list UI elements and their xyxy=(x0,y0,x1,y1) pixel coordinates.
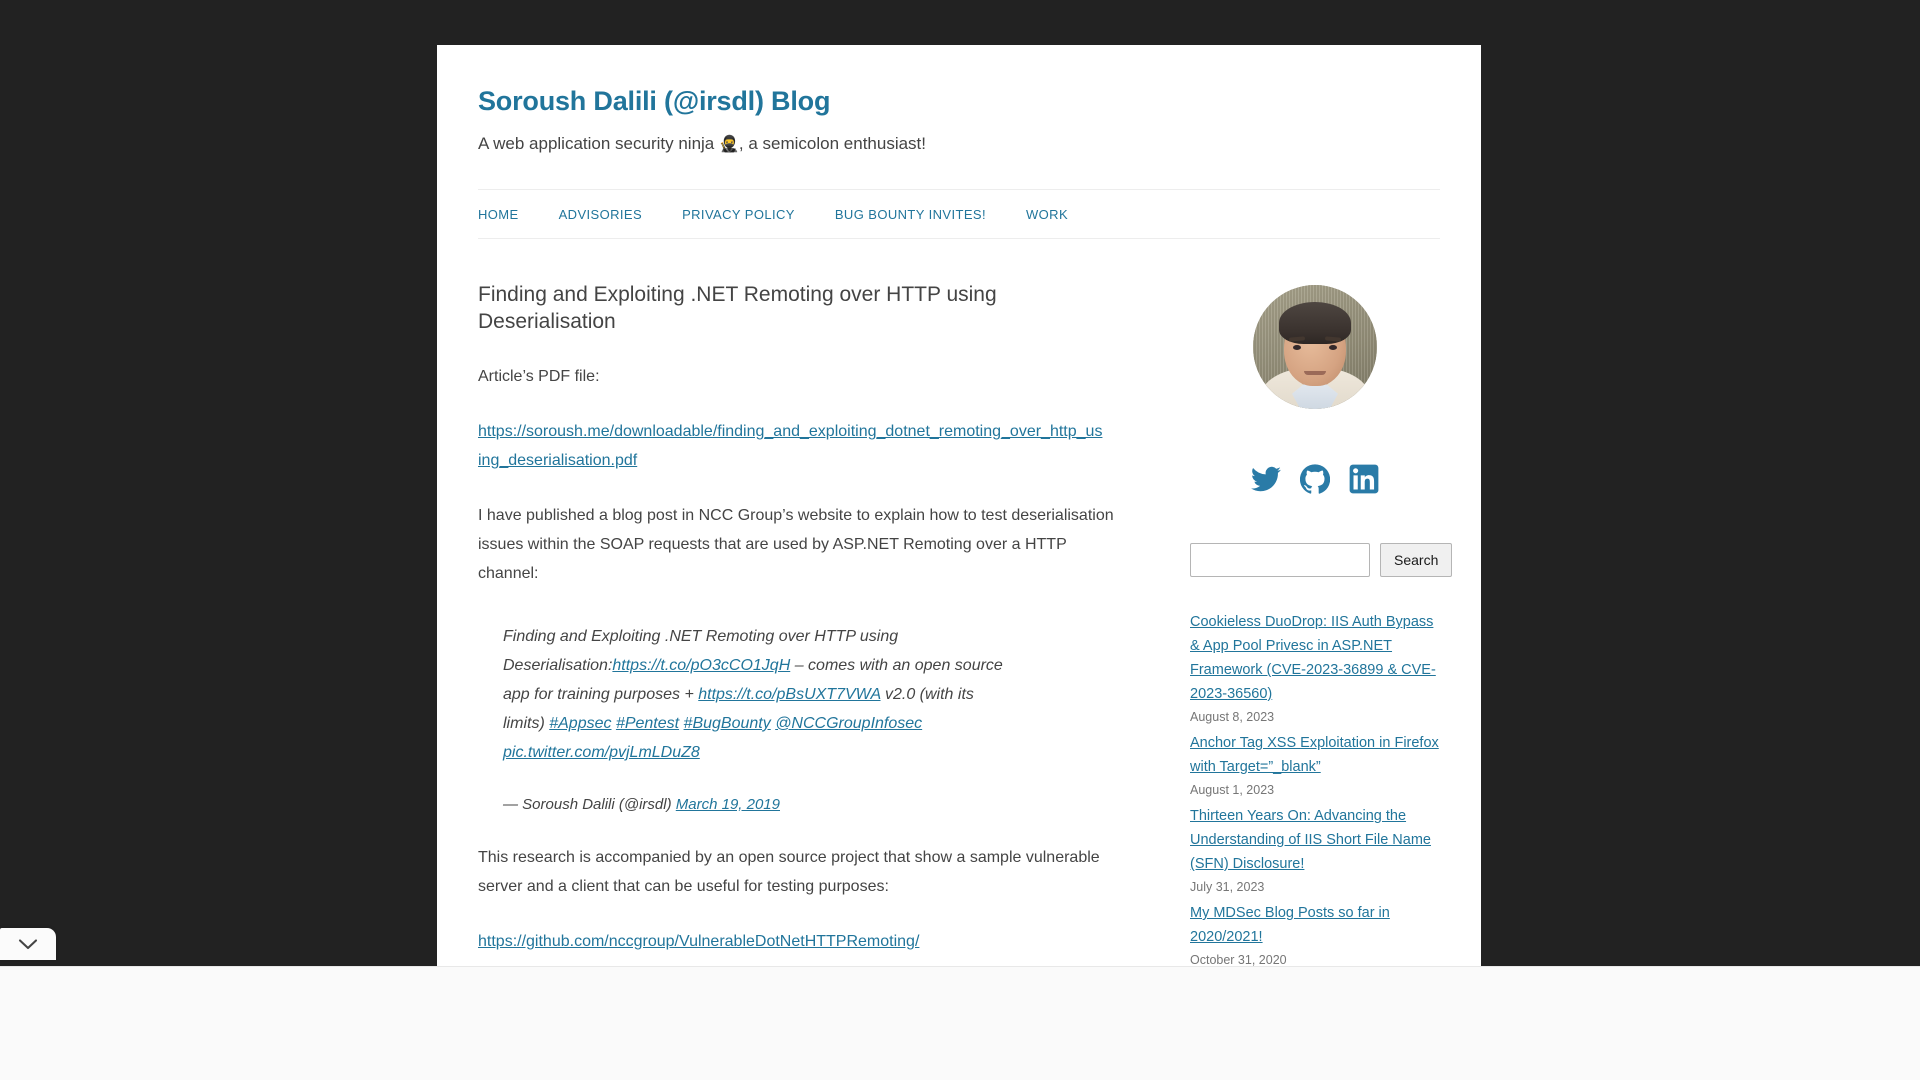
search-widget: Search xyxy=(1190,543,1453,577)
closing-paragraph: This research is accompanied by an open … xyxy=(478,849,1100,895)
below-fold-chrome xyxy=(0,966,1920,1080)
tweet-attribution: — Soroush Dalili (@irsdl) March 19, 2019 xyxy=(503,793,1118,817)
site-description-text-after: , a semicolon enthusiast! xyxy=(738,134,927,153)
avatar-widget xyxy=(1190,283,1440,409)
site-description: A web application security ninja 🥷, a se… xyxy=(478,132,1440,157)
tweet-hashtag-pentest[interactable]: #Pentest xyxy=(616,715,679,732)
recent-post-link[interactable]: Thirteen Years On: Advancing the Underst… xyxy=(1190,804,1440,876)
tweet-date-link[interactable]: March 19, 2019 xyxy=(676,796,780,813)
tweet-link-2[interactable]: https://t.co/pBsUXT7VWA xyxy=(698,686,880,703)
search-input[interactable] xyxy=(1190,543,1370,577)
github-project-link[interactable]: https://github.com/nccgroup/VulnerableDo… xyxy=(478,927,1103,956)
content-area: Finding and Exploiting .NET Remoting ove… xyxy=(478,239,1453,966)
intro-paragraph: I have published a blog post in NCC Grou… xyxy=(478,507,1114,582)
blog-post: Finding and Exploiting .NET Remoting ove… xyxy=(478,281,1118,956)
list-item: Anchor Tag XSS Exploitation in Firefox w… xyxy=(1190,731,1440,800)
pdf-label: Article’s PDF file: xyxy=(478,368,600,385)
nav-item-privacy-policy[interactable]: PRIVACY POLICY xyxy=(682,207,795,222)
twitter-icon[interactable] xyxy=(1251,464,1281,494)
nav-item-advisories[interactable]: ADVISORIES xyxy=(559,207,642,222)
tweet-hashtag-appsec[interactable]: #Appsec xyxy=(549,715,611,732)
nav-list: HOME ADVISORIES PRIVACY POLICY BUG BOUNT… xyxy=(478,190,1440,238)
list-item: Cookieless DuoDrop: IIS Auth Bypass & Ap… xyxy=(1190,610,1440,727)
linkedin-icon[interactable] xyxy=(1349,464,1379,494)
post-content: Article’s PDF file: https://soroush.me/d… xyxy=(478,362,1118,956)
tweet-hashtag-bugbounty[interactable]: #BugBounty xyxy=(684,715,771,732)
site-description-text-before: A web application security ninja xyxy=(478,134,719,153)
list-item: My MDSec Blog Posts so far in 2020/2021!… xyxy=(1190,901,1440,966)
recent-post-date: August 1, 2023 xyxy=(1190,783,1275,797)
pdf-file-link[interactable]: https://soroush.me/downloadable/finding_… xyxy=(478,417,1103,475)
pdf-link-paragraph: https://soroush.me/downloadable/finding_… xyxy=(478,417,1118,475)
nav-item-work[interactable]: WORK xyxy=(1026,207,1068,222)
avatar xyxy=(1253,285,1377,409)
avatar-eye-right xyxy=(1329,345,1337,350)
list-item: Thirteen Years On: Advancing the Underst… xyxy=(1190,804,1440,897)
recent-post-link[interactable]: Cookieless DuoDrop: IIS Auth Bypass & Ap… xyxy=(1190,610,1440,706)
social-links-widget xyxy=(1190,464,1440,494)
recent-post-link[interactable]: Anchor Tag XSS Exploitation in Firefox w… xyxy=(1190,731,1440,779)
tweet-author: — Soroush Dalili (@irsdl) xyxy=(503,796,676,813)
recent-post-link[interactable]: My MDSec Blog Posts so far in 2020/2021! xyxy=(1190,901,1440,949)
github-link-paragraph: https://github.com/nccgroup/VulnerableDo… xyxy=(478,927,1118,956)
avatar-mouth xyxy=(1304,371,1326,375)
search-button[interactable]: Search xyxy=(1380,543,1453,577)
browser-viewport: Soroush Dalili (@irsdl) Blog A web appli… xyxy=(0,0,1920,1080)
tweet-link-1[interactable]: https://t.co/pO3cCO1JqH xyxy=(612,657,790,674)
primary-navigation: HOME ADVISORIES PRIVACY POLICY BUG BOUNT… xyxy=(478,189,1440,239)
embedded-tweet: Finding and Exploiting .NET Remoting ove… xyxy=(503,614,1118,817)
tweet-pic-link[interactable]: pic.twitter.com/pvjLmLDuZ8 xyxy=(503,744,700,761)
github-icon[interactable] xyxy=(1300,464,1330,494)
recent-post-date: August 8, 2023 xyxy=(1190,710,1275,724)
avatar-eye-left xyxy=(1293,345,1301,350)
nav-item-bug-bounty-invites[interactable]: BUG BOUNTY INVITES! xyxy=(835,207,986,222)
site-title[interactable]: Soroush Dalili (@irsdl) Blog xyxy=(478,85,1440,117)
ninja-icon: 🥷 xyxy=(718,136,739,153)
blog-page: Soroush Dalili (@irsdl) Blog A web appli… xyxy=(437,45,1481,966)
site-header: Soroush Dalili (@irsdl) Blog A web appli… xyxy=(478,45,1440,157)
recent-post-date: October 31, 2020 xyxy=(1190,953,1287,966)
nav-item-home[interactable]: HOME xyxy=(478,207,519,222)
sidebar: Search Cookieless DuoDrop: IIS Auth Bypa… xyxy=(1190,281,1453,966)
tweet-mention-nccgroupinfosec[interactable]: @NCCGroupInfosec xyxy=(775,715,922,732)
main-column: Finding and Exploiting .NET Remoting ove… xyxy=(478,281,1118,966)
post-title: Finding and Exploiting .NET Remoting ove… xyxy=(478,283,997,333)
recent-post-date: July 31, 2023 xyxy=(1190,880,1265,894)
tweet-text: Finding and Exploiting .NET Remoting ove… xyxy=(503,622,1003,767)
recent-posts-widget: Cookieless DuoDrop: IIS Auth Bypass & Ap… xyxy=(1190,610,1440,966)
chevron-down-icon[interactable] xyxy=(0,928,56,960)
